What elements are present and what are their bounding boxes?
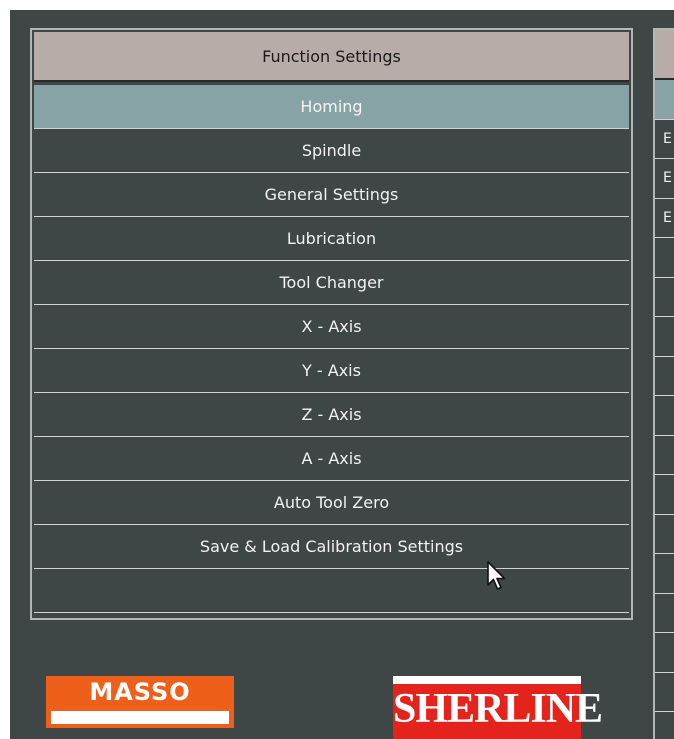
function-item-empty bbox=[34, 569, 629, 613]
secondary-settings-row[interactable] bbox=[655, 475, 674, 515]
function-item-lubrication[interactable]: Lubrication bbox=[34, 217, 629, 261]
secondary-settings-row[interactable] bbox=[655, 594, 674, 633]
function-settings-header: Function Settings bbox=[34, 32, 629, 82]
function-item-y-axis[interactable]: Y - Axis bbox=[34, 349, 629, 393]
function-item-save-load-calibration[interactable]: Save & Load Calibration Settings bbox=[34, 525, 629, 569]
secondary-settings-row[interactable] bbox=[655, 436, 674, 475]
function-item-a-axis[interactable]: A - Axis bbox=[34, 437, 629, 481]
function-item-x-axis[interactable]: X - Axis bbox=[34, 305, 629, 349]
secondary-settings-row[interactable] bbox=[655, 515, 674, 554]
function-item-auto-tool-zero[interactable]: Auto Tool Zero bbox=[34, 481, 629, 525]
secondary-settings-row[interactable] bbox=[655, 712, 674, 739]
secondary-settings-row[interactable] bbox=[655, 80, 674, 120]
secondary-settings-rows: EEE bbox=[655, 80, 674, 739]
mouse-pointer-icon bbox=[487, 561, 506, 590]
function-settings-panel: Function Settings Homing Spindle General… bbox=[30, 28, 633, 620]
secondary-settings-row[interactable] bbox=[655, 357, 674, 396]
secondary-settings-row[interactable] bbox=[655, 396, 674, 436]
function-item-general-settings[interactable]: General Settings bbox=[34, 173, 629, 217]
function-item-homing[interactable]: Homing bbox=[34, 85, 629, 129]
masso-logo: MASSO bbox=[46, 676, 234, 728]
secondary-settings-row[interactable]: E bbox=[655, 159, 674, 199]
secondary-settings-row[interactable] bbox=[655, 278, 674, 317]
function-settings-list: Homing Spindle General Settings Lubricat… bbox=[34, 85, 629, 613]
sherline-logo: SHERLINE bbox=[393, 676, 603, 739]
secondary-settings-row[interactable] bbox=[655, 238, 674, 278]
secondary-settings-row[interactable]: E bbox=[655, 199, 674, 238]
masso-logo-text: MASSO bbox=[89, 678, 191, 706]
secondary-settings-panel: EEE bbox=[653, 28, 674, 739]
secondary-settings-row[interactable]: E bbox=[655, 120, 674, 159]
function-item-z-axis[interactable]: Z - Axis bbox=[34, 393, 629, 437]
sherline-logo-text: SHERLINE bbox=[393, 686, 603, 732]
secondary-settings-header bbox=[655, 30, 674, 80]
function-item-tool-changer[interactable]: Tool Changer bbox=[34, 261, 629, 305]
function-item-spindle[interactable]: Spindle bbox=[34, 129, 629, 173]
secondary-settings-row[interactable] bbox=[655, 317, 674, 357]
machine-settings-screen: Function Settings Homing Spindle General… bbox=[10, 10, 674, 739]
secondary-settings-row[interactable] bbox=[655, 673, 674, 712]
secondary-settings-row[interactable] bbox=[655, 633, 674, 673]
masso-logo-bar bbox=[51, 711, 229, 724]
secondary-settings-row[interactable] bbox=[655, 554, 674, 594]
